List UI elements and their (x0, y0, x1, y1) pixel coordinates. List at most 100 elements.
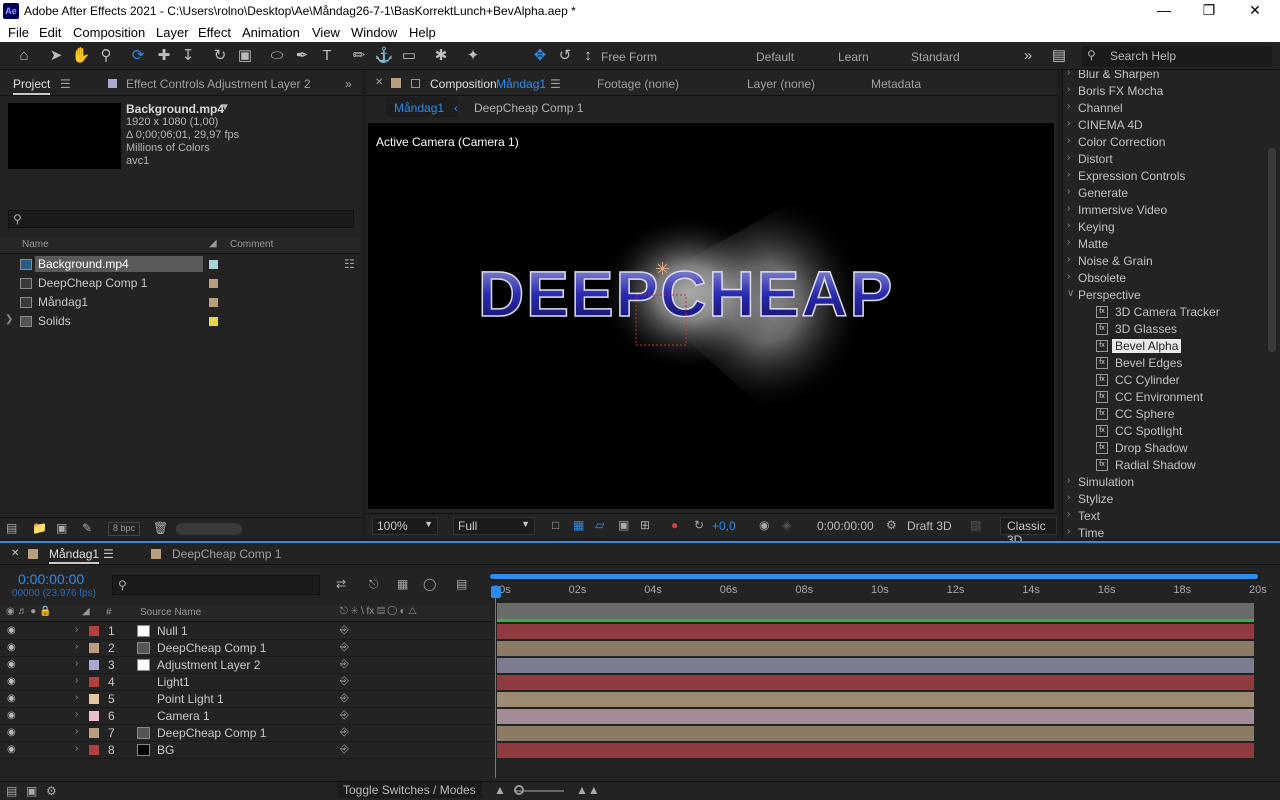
workspace-default[interactable]: Default (756, 50, 794, 64)
layer-duration-bar[interactable] (497, 641, 1254, 656)
tab-composition-name[interactable]: Måndag1 (496, 77, 546, 91)
time-ruler[interactable]: 00s 02s 04s 06s 08s 10s 12s 14s 16s 18s 20s (490, 573, 1267, 603)
menu-view[interactable]: View (312, 25, 340, 40)
zoom-slider-handle[interactable] (514, 785, 524, 795)
expand-arrow-icon[interactable]: ❯ (5, 314, 13, 325)
layer-row[interactable]: ◉ › 7 DeepCheap Comp 1 ⎆ (0, 725, 492, 742)
project-item[interactable]: DeepCheap Comp 1 (0, 274, 360, 293)
workspace-standard[interactable]: Standard (911, 50, 960, 64)
effect-item[interactable]: fx CC Environment (1096, 390, 1203, 404)
source-name-header[interactable]: Source Name (140, 607, 201, 618)
expand-arrow-icon[interactable]: › (75, 726, 78, 737)
layer-label-color[interactable] (89, 694, 99, 704)
effect-category[interactable]: › Color Correction (1067, 135, 1165, 149)
panel-switch-icon[interactable]: ▤ (1049, 46, 1069, 66)
mask-visibility-icon[interactable]: ▱ (595, 518, 604, 532)
column-name[interactable]: Name (22, 239, 49, 250)
eye-icon[interactable]: ◉ (7, 727, 16, 738)
timeline-timecode[interactable]: 0:00:00:00 (18, 571, 84, 587)
puppet-pin-tool-icon[interactable]: ✦ (463, 46, 483, 66)
eye-icon[interactable]: ◉ (7, 693, 16, 704)
ellipse-tool-icon[interactable]: ⬭ (267, 46, 287, 66)
show-snapshot-icon[interactable]: ◈ (782, 518, 791, 532)
tab-project[interactable]: Project (13, 77, 51, 95)
eye-icon[interactable]: ◉ (7, 659, 16, 670)
effect-item[interactable]: fx Radial Shadow (1096, 458, 1196, 472)
hand-tool-icon[interactable]: ✋ (71, 46, 91, 66)
type-tool-icon[interactable]: T (317, 46, 337, 66)
frame-blending-icon[interactable]: ◯ (423, 577, 436, 591)
shy-switch-icon[interactable]: ⎆ (340, 624, 349, 637)
project-settings-icon[interactable]: ✎ (82, 521, 92, 535)
layer-row[interactable]: ◉ › 3 Adjustment Layer 2 ⎆ (0, 657, 492, 674)
more-workspaces-icon[interactable]: » (1018, 46, 1038, 66)
effect-category[interactable]: › Immersive Video (1067, 203, 1167, 217)
shy-switch-icon[interactable]: ⎆ (340, 709, 349, 722)
column-comment[interactable]: Comment (230, 239, 273, 250)
shy-switch-icon[interactable]: ⎆ (340, 675, 349, 688)
effect-category[interactable]: › Expression Controls (1067, 169, 1185, 183)
layer-label-color[interactable] (89, 745, 99, 755)
transparency-grid-icon[interactable]: ▦ (573, 518, 584, 532)
timeline-search-input[interactable]: ⚲ (112, 575, 320, 595)
layer-duration-bar[interactable] (497, 692, 1254, 707)
effect-category[interactable]: › Blur & Sharpen (1067, 70, 1159, 81)
effect-item[interactable]: fx Bevel Edges (1096, 356, 1182, 370)
tab-layer[interactable]: Layer (none) (747, 77, 815, 91)
effect-category[interactable]: › Boris FX Mocha (1067, 84, 1163, 98)
grid-icon[interactable]: ⊞ (640, 518, 650, 532)
effect-category[interactable]: › Matte (1067, 237, 1108, 251)
selected-item-dropdown-icon[interactable]: ▼ (220, 102, 230, 113)
safe-margins-icon[interactable]: ▣ (618, 518, 629, 532)
pan-camera-tool-icon[interactable]: ✚ (154, 46, 174, 66)
shy-switch-icon[interactable]: ⎆ (340, 692, 349, 705)
effect-item[interactable]: fx 3D Camera Tracker (1096, 305, 1220, 319)
comp-timecode[interactable]: 0:00:00:00 (817, 519, 874, 533)
zoom-tool-icon[interactable]: ⚲ (96, 46, 116, 66)
3d-ground-plane-icon[interactable]: ▧ (970, 518, 981, 532)
brush-tool-icon[interactable]: ✏ (349, 46, 369, 66)
close-tab-icon[interactable]: ✕ (375, 77, 383, 88)
menu-edit[interactable]: Edit (39, 25, 61, 40)
pen-tool-icon[interactable]: ✒ (292, 46, 312, 66)
lock-icon[interactable] (411, 79, 420, 88)
effect-item[interactable]: fx CC Spotlight (1096, 424, 1182, 438)
menu-animation[interactable]: Animation (242, 25, 300, 40)
effect-category[interactable]: › Text (1067, 509, 1100, 523)
effect-item[interactable]: fx Bevel Alpha (1096, 339, 1182, 353)
comp-menu-icon[interactable]: ☰ (550, 77, 561, 91)
timing-panes-icon[interactable]: ⚙ (46, 784, 57, 798)
zoom-in-icon[interactable]: ▲▲ (576, 783, 600, 797)
light-position-icon[interactable]: ✳ (655, 259, 670, 279)
menu-file[interactable]: File (8, 25, 29, 40)
effect-category[interactable]: › Keying (1067, 220, 1115, 234)
layer-duration-bar[interactable] (497, 675, 1254, 690)
menu-effect[interactable]: Effect (198, 25, 231, 40)
effect-category[interactable]: › Simulation (1067, 475, 1134, 489)
expand-arrow-icon[interactable]: › (75, 675, 78, 686)
universal-axis-icon[interactable]: ✥ (530, 46, 550, 66)
selection-tool-icon[interactable]: ➤ (46, 46, 66, 66)
eye-icon[interactable]: ◉ (7, 744, 16, 755)
eye-icon[interactable]: ◉ (7, 676, 16, 687)
layer-duration-bar[interactable] (497, 726, 1254, 741)
comp-mini-flowchart-icon[interactable]: ⇄ (336, 577, 346, 591)
workspace-learn[interactable]: Learn (838, 50, 869, 64)
graph-editor-icon[interactable]: ▤ (456, 577, 467, 591)
snapshot-icon[interactable]: ◉ (759, 518, 769, 532)
effect-item[interactable]: fx CC Sphere (1096, 407, 1174, 421)
eye-icon[interactable]: ◉ (7, 710, 16, 721)
effect-category[interactable]: › Generate (1067, 186, 1128, 200)
reset-exposure-icon[interactable]: ↻ (694, 518, 704, 532)
expand-arrow-icon[interactable]: › (75, 692, 78, 703)
new-folder-icon[interactable]: 📁 (32, 521, 47, 535)
layer-row[interactable]: ◉ › 8 BG ⎆ (0, 742, 492, 759)
menu-layer[interactable]: Layer (156, 25, 189, 40)
renderer-button[interactable]: Classic 3D (1000, 517, 1057, 547)
effect-category[interactable]: › Noise & Grain (1067, 254, 1153, 268)
menu-composition[interactable]: Composition (73, 25, 145, 40)
effect-item[interactable]: fx Drop Shadow (1096, 441, 1188, 455)
breadcrumb-mandag[interactable]: Måndag1 (386, 97, 458, 117)
bpc-button[interactable]: 8 bpc (108, 522, 140, 536)
effect-category[interactable]: › Time (1067, 526, 1104, 538)
